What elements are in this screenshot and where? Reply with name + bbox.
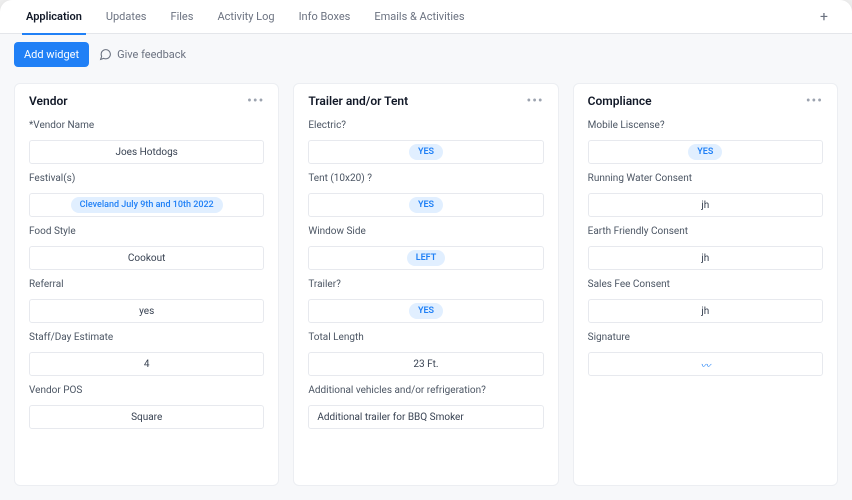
field-label-food-style: Food Style bbox=[29, 226, 264, 237]
tab-label: Files bbox=[170, 10, 193, 23]
cards-grid: Vendor ••• *Vendor Name Joes Hotdogs Fes… bbox=[14, 83, 838, 486]
field-label-referral: Referral bbox=[29, 279, 264, 290]
feedback-icon bbox=[99, 48, 112, 61]
card-header: Trailer and/or Tent ••• bbox=[294, 84, 557, 118]
tab-label: Info Boxes bbox=[299, 10, 351, 23]
field-value-staff-day[interactable]: 4 bbox=[29, 352, 264, 376]
field-label-sales-fee: Sales Fee Consent bbox=[588, 279, 823, 290]
app-window: Application Updates Files Activity Log I… bbox=[0, 0, 852, 500]
tab-files[interactable]: Files bbox=[158, 0, 205, 34]
field-label-signature: Signature bbox=[588, 332, 823, 343]
field-value-additional[interactable]: Additional trailer for BBQ Smoker bbox=[308, 405, 543, 429]
tab-application[interactable]: Application bbox=[14, 0, 94, 34]
left-chip: LEFT bbox=[407, 250, 446, 266]
tab-emails-activities[interactable]: Emails & Activities bbox=[362, 0, 476, 34]
field-value-vendor-pos[interactable]: Square bbox=[29, 405, 264, 429]
field-label-total-length: Total Length bbox=[308, 332, 543, 343]
field-value-earth-friendly[interactable]: jh bbox=[588, 246, 823, 270]
tab-label: Updates bbox=[106, 10, 147, 23]
card-title: Vendor bbox=[29, 94, 68, 108]
field-label-vendor-name: *Vendor Name bbox=[29, 120, 264, 131]
field-value-electric[interactable]: YES bbox=[308, 140, 543, 164]
yes-chip: YES bbox=[409, 144, 443, 160]
card-body: Mobile Liscense? YES Running Water Conse… bbox=[574, 118, 837, 390]
field-label-vendor-pos: Vendor POS bbox=[29, 385, 264, 396]
add-tab-button[interactable]: + bbox=[810, 9, 838, 25]
tab-label: Emails & Activities bbox=[374, 10, 464, 23]
card-trailer: Trailer and/or Tent ••• Electric? YES Te… bbox=[293, 83, 558, 486]
field-value-mobile-license[interactable]: YES bbox=[588, 140, 823, 164]
field-label-tent: Tent (10x20) ? bbox=[308, 173, 543, 184]
content-area: Vendor ••• *Vendor Name Joes Hotdogs Fes… bbox=[0, 75, 852, 500]
field-label-mobile-license: Mobile Liscense? bbox=[588, 120, 823, 131]
card-menu-button[interactable]: ••• bbox=[806, 94, 823, 108]
card-header: Compliance ••• bbox=[574, 84, 837, 118]
field-value-tent[interactable]: YES bbox=[308, 193, 543, 217]
field-label-staff-day: Staff/Day Estimate bbox=[29, 332, 264, 343]
tab-label: Application bbox=[26, 10, 82, 23]
card-header: Vendor ••• bbox=[15, 84, 278, 118]
field-label-window-side: Window Side bbox=[308, 226, 543, 237]
tabs-bar: Application Updates Files Activity Log I… bbox=[0, 0, 852, 34]
field-label-electric: Electric? bbox=[308, 120, 543, 131]
field-value-vendor-name[interactable]: Joes Hotdogs bbox=[29, 140, 264, 164]
card-body: *Vendor Name Joes Hotdogs Festival(s) Cl… bbox=[15, 118, 278, 443]
field-value-referral[interactable]: yes bbox=[29, 299, 264, 323]
yes-chip: YES bbox=[409, 303, 443, 319]
card-menu-button[interactable]: ••• bbox=[526, 94, 543, 108]
signature-mark: 〰 bbox=[700, 357, 710, 372]
give-feedback-link[interactable]: Give feedback bbox=[99, 48, 186, 61]
card-title: Trailer and/or Tent bbox=[308, 94, 408, 108]
tab-info-boxes[interactable]: Info Boxes bbox=[287, 0, 363, 34]
yes-chip: YES bbox=[409, 197, 443, 213]
card-body: Electric? YES Tent (10x20) ? YES Window … bbox=[294, 118, 557, 443]
yes-chip: YES bbox=[688, 144, 722, 160]
field-value-sales-fee[interactable]: jh bbox=[588, 299, 823, 323]
card-vendor: Vendor ••• *Vendor Name Joes Hotdogs Fes… bbox=[14, 83, 279, 486]
give-feedback-label: Give feedback bbox=[117, 48, 186, 61]
field-label-additional: Additional vehicles and/or refrigeration… bbox=[308, 385, 543, 396]
card-compliance: Compliance ••• Mobile Liscense? YES Runn… bbox=[573, 83, 838, 486]
festival-chip: Cleveland July 9th and 10th 2022 bbox=[71, 197, 223, 213]
field-label-festivals: Festival(s) bbox=[29, 173, 264, 184]
tab-activity-log[interactable]: Activity Log bbox=[205, 0, 286, 34]
field-value-total-length[interactable]: 23 Ft. bbox=[308, 352, 543, 376]
field-value-window-side[interactable]: LEFT bbox=[308, 246, 543, 270]
toolbar: Add widget Give feedback bbox=[0, 34, 852, 75]
field-value-signature[interactable]: 〰 bbox=[588, 352, 823, 376]
field-label-earth-friendly: Earth Friendly Consent bbox=[588, 226, 823, 237]
field-value-food-style[interactable]: Cookout bbox=[29, 246, 264, 270]
card-title: Compliance bbox=[588, 94, 652, 108]
field-label-running-water: Running Water Consent bbox=[588, 173, 823, 184]
field-label-trailer: Trailer? bbox=[308, 279, 543, 290]
card-menu-button[interactable]: ••• bbox=[247, 94, 264, 108]
add-widget-button[interactable]: Add widget bbox=[14, 42, 89, 67]
field-value-festivals[interactable]: Cleveland July 9th and 10th 2022 bbox=[29, 193, 264, 217]
field-value-trailer[interactable]: YES bbox=[308, 299, 543, 323]
tab-label: Activity Log bbox=[217, 10, 274, 23]
field-value-running-water[interactable]: jh bbox=[588, 193, 823, 217]
tab-updates[interactable]: Updates bbox=[94, 0, 159, 34]
